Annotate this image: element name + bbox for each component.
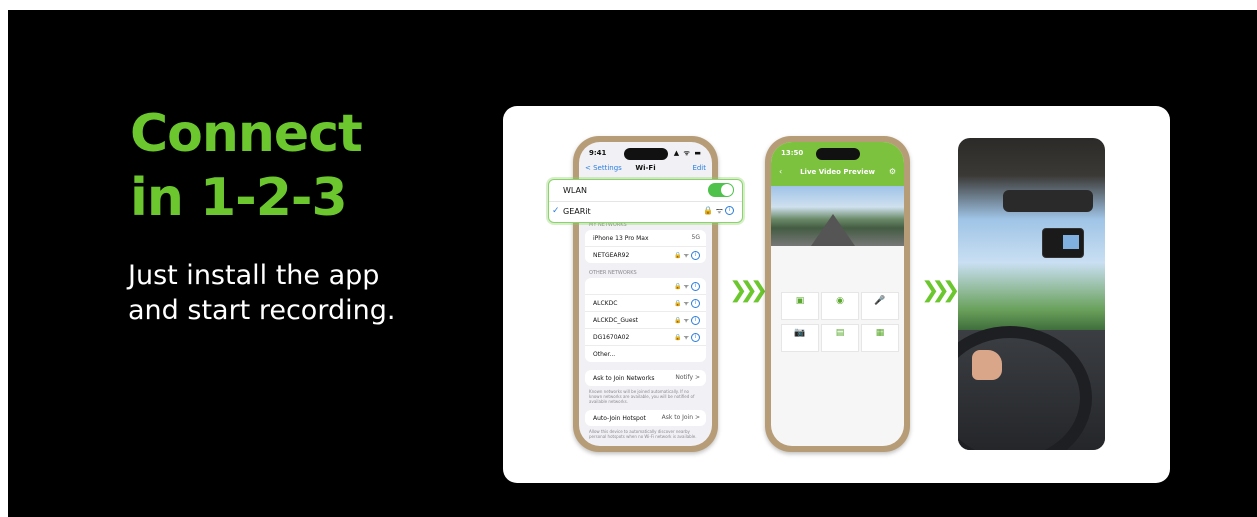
dashcam-device <box>1042 228 1084 258</box>
rearview-mirror <box>1003 190 1093 212</box>
network-signal: 🔒 ᯤ <box>674 283 689 290</box>
status-time: 13:50 <box>781 149 804 157</box>
wifi-zoom-callout: WLAN ✓ GEARit 🔒 ᯤi <box>548 179 743 223</box>
network-meta: 5G <box>692 234 700 241</box>
tile-icon: ▦ <box>875 328 885 338</box>
subheadline: Just install the app and start recording… <box>128 258 395 328</box>
network-meta: 🔒 ᯤi <box>674 299 700 308</box>
tile-settings[interactable]: ▦ <box>861 324 899 352</box>
live-preview-screen: 13:50 ‹ Live Video Preview ⚙ ▣ ◉ 🎤 📷 ▤ ▦ <box>771 142 904 446</box>
step-arrow-1-icon: ❯❯❯ <box>729 278 768 303</box>
dashcam-in-car-photo <box>958 138 1105 450</box>
network-signal: 🔒 ᯤ <box>674 317 689 324</box>
hotspot-group: Auto-Join Hotspot Ask to Join > <box>585 410 706 426</box>
ask-join-group: Ask to Join Networks Notify > <box>585 370 706 386</box>
network-row[interactable]: NETGEAR92 🔒 ᯤi <box>585 247 706 263</box>
network-name: NETGEAR92 <box>593 252 630 259</box>
info-icon[interactable]: i <box>691 299 700 308</box>
tile-icon: ▤ <box>835 328 845 338</box>
step-arrow-2-icon: ❯❯❯ <box>921 278 960 303</box>
live-video-feed[interactable] <box>771 186 904 246</box>
tile-capture[interactable]: 📷 <box>781 324 819 352</box>
live-preview-title: Live Video Preview <box>800 168 875 176</box>
headline-line-2: in 1-2-3 <box>130 168 348 228</box>
tile-icon: ◉ <box>836 296 844 306</box>
network-row[interactable]: ALCKDC_Guest 🔒 ᯤi <box>585 312 706 329</box>
wlan-toggle[interactable] <box>708 183 734 197</box>
dynamic-island <box>623 148 668 160</box>
connected-network-meta: 🔒 ᯤi <box>703 205 734 216</box>
other-networks-list: 🔒 ᯤi ALCKDC 🔒 ᯤi ALCKDC_Guest 🔒 ᯤi DG167… <box>585 278 706 362</box>
network-signal: 🔒 ᯤ <box>674 334 689 341</box>
status-time: 9:41 <box>589 149 607 157</box>
headline-line-1: Connect <box>130 104 363 164</box>
hotspot-note: Allow this device to automatically disco… <box>589 429 697 439</box>
network-row[interactable]: iPhone 13 Pro Max 5G <box>585 230 706 247</box>
connected-network-name: GEARit <box>563 207 591 216</box>
network-meta: 🔒 ᯤi <box>674 251 700 260</box>
dynamic-island <box>815 148 860 160</box>
network-signal: 5G <box>691 234 700 241</box>
hotspot-row[interactable]: Auto-Join Hotspot Ask to Join > <box>585 410 706 426</box>
camera-icon: 📷 <box>794 328 806 338</box>
ask-join-note: Known networks will be joined automatica… <box>589 389 695 404</box>
wifi-nav-bar: < Settings Wi-Fi Edit <box>585 164 706 176</box>
subheadline-line-2: and start recording. <box>128 295 396 326</box>
tile-gallery[interactable]: ▤ <box>821 324 859 352</box>
network-meta: 🔒 ᯤi <box>674 282 700 291</box>
checkmark-icon: ✓ <box>552 206 560 216</box>
wifi-title: Wi-Fi <box>635 164 656 172</box>
connected-network-row[interactable]: ✓ GEARit 🔒 ᯤi <box>549 201 742 222</box>
network-row-other[interactable]: Other... <box>585 346 706 362</box>
phone-live-preview: 13:50 ‹ Live Video Preview ⚙ ▣ ◉ 🎤 📷 ▤ ▦ <box>765 136 910 452</box>
network-meta: 🔒 ᯤi <box>674 333 700 342</box>
network-name: ALCKDC_Guest <box>593 317 639 324</box>
road-graphic <box>810 214 855 246</box>
network-meta: 🔒 ᯤi <box>674 316 700 325</box>
network-row[interactable]: DG1670A02 🔒 ᯤi <box>585 329 706 346</box>
steps-card: 9:41 ▲ ᯤ ▬ < Settings Wi-Fi Edit MY NETW… <box>503 106 1170 483</box>
network-row[interactable]: 🔒 ᯤi <box>585 278 706 295</box>
promo-banner: Connect in 1-2-3 Just install the app an… <box>8 10 1257 517</box>
tile-record[interactable]: ◉ <box>821 292 859 320</box>
ask-join-value: Notify > <box>675 374 700 381</box>
gear-icon[interactable]: ⚙ <box>889 167 896 176</box>
info-icon[interactable]: i <box>691 251 700 260</box>
info-icon[interactable]: i <box>691 282 700 291</box>
hotspot-value: Ask to Join > <box>661 414 700 421</box>
tile-mic[interactable]: 🎤 <box>861 292 899 320</box>
tile-files[interactable]: ▣ <box>781 292 819 320</box>
mic-icon: 🎤 <box>874 296 886 306</box>
other-networks-label: OTHER NETWORKS <box>589 270 637 276</box>
my-networks-list: iPhone 13 Pro Max 5G NETGEAR92 🔒 ᯤi <box>585 230 706 263</box>
edit-button[interactable]: Edit <box>692 164 706 172</box>
ask-join-label: Ask to Join Networks <box>593 375 655 382</box>
status-icons: ▲ ᯤ ▬ <box>673 149 702 157</box>
ask-join-row[interactable]: Ask to Join Networks Notify > <box>585 370 706 386</box>
headline: Connect in 1-2-3 <box>130 102 363 230</box>
network-name: DG1670A02 <box>593 334 630 341</box>
network-name: ALCKDC <box>593 300 618 307</box>
dashcam-screen <box>1063 235 1079 249</box>
hotspot-label: Auto-Join Hotspot <box>593 415 646 422</box>
driver-hand <box>972 350 1002 380</box>
wlan-row[interactable]: WLAN <box>549 180 742 202</box>
network-name: Other... <box>593 351 616 358</box>
network-signal: 🔒 ᯤ <box>674 300 689 307</box>
subheadline-line-1: Just install the app <box>128 260 380 291</box>
network-signal: 🔒 ᯤ <box>674 252 689 259</box>
tile-icon: ▣ <box>795 296 805 306</box>
wlan-label: WLAN <box>563 186 588 195</box>
network-name: iPhone 13 Pro Max <box>593 235 649 242</box>
info-icon[interactable]: i <box>725 206 734 215</box>
network-signal: 🔒 ᯤ <box>703 206 723 215</box>
network-row[interactable]: ALCKDC 🔒 ᯤi <box>585 295 706 312</box>
info-icon[interactable]: i <box>691 316 700 325</box>
info-icon[interactable]: i <box>691 333 700 342</box>
